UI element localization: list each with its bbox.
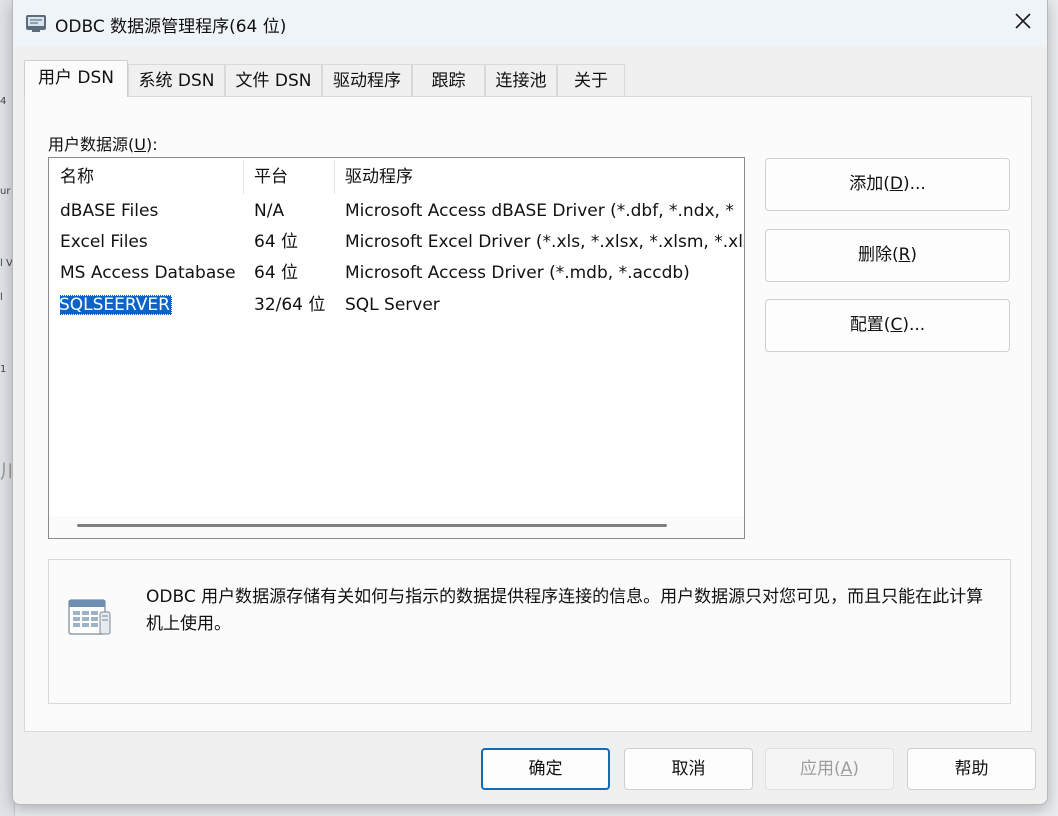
configure-button[interactable]: 配置(C)... (765, 299, 1010, 352)
datasource-platform: 64 位 (254, 232, 299, 252)
user-datasources-label: 用户数据源(U): (48, 135, 158, 154)
datasource-driver: Microsoft Access dBASE Driver (*.dbf, *.… (345, 201, 734, 221)
info-description: ODBC 用户数据源存储有关如何与指示的数据提供程序连接的信息。用户数据源只对您… (146, 587, 984, 634)
selection-highlight: SQLSEERVER (60, 295, 172, 315)
list-item-selected[interactable]: SQLSEERVER 32/64 位 SQL Server (49, 290, 744, 321)
column-header-platform[interactable]: 平台 (243, 158, 334, 196)
help-button[interactable]: 帮助 (907, 748, 1036, 790)
odbc-app-icon (25, 11, 47, 33)
tab-connection-pooling[interactable]: 连接池 (485, 64, 557, 96)
datasource-name: SQLSEERVER (60, 290, 250, 321)
tab-tracing[interactable]: 跟踪 (412, 64, 485, 96)
background-fragment: l V (0, 258, 13, 269)
datasource-driver: SQL Server (345, 295, 440, 315)
apply-button[interactable]: 应用(A) (765, 748, 894, 790)
horizontal-scrollbar[interactable] (49, 516, 744, 538)
datasource-platform: N/A (254, 201, 285, 221)
datasource-info-icon (66, 596, 114, 644)
datasource-platform: 32/64 位 (254, 295, 326, 315)
background-fragment: 1 (0, 364, 7, 375)
tab-drivers[interactable]: 驱动程序 (322, 64, 412, 96)
close-icon (1014, 12, 1032, 34)
list-item[interactable]: Excel Files 64 位 Microsoft Excel Driver … (49, 227, 744, 258)
column-header-name[interactable]: 名称 (49, 158, 243, 196)
tab-panel-user-dsn: 用户数据源(U): 名称 平台 驱动程序 dBASE Files N/A Mic… (24, 96, 1032, 732)
datasource-list[interactable]: 名称 平台 驱动程序 dBASE Files N/A Microsoft Acc… (48, 157, 745, 539)
tab-file-dsn[interactable]: 文件 DSN (225, 64, 322, 96)
info-groupbox: ODBC 用户数据源存储有关如何与指示的数据提供程序连接的信息。用户数据源只对您… (48, 559, 1011, 704)
window-title: ODBC 数据源管理程序(64 位) (55, 17, 287, 37)
title-bar[interactable]: ODBC 数据源管理程序(64 位) (13, 0, 1047, 46)
add-button[interactable]: 添加(D)... (765, 158, 1010, 211)
tab-system-dsn[interactable]: 系统 DSN (128, 64, 225, 96)
datasource-name: MS Access Database (60, 263, 236, 283)
datasource-name: dBASE Files (60, 201, 159, 221)
tab-about[interactable]: 关于 (557, 64, 625, 96)
datasource-platform: 64 位 (254, 263, 299, 283)
list-item[interactable]: MS Access Database 64 位 Microsoft Access… (49, 258, 744, 289)
odbc-dialog: ODBC 数据源管理程序(64 位) 用户 DSN 系统 DSN 文件 DSN … (12, 0, 1048, 805)
list-item[interactable]: dBASE Files N/A Microsoft Access dBASE D… (49, 196, 744, 227)
column-header-driver[interactable]: 驱动程序 (334, 158, 744, 196)
datasource-name: Excel Files (60, 232, 148, 252)
dialog-body: 用户 DSN 系统 DSN 文件 DSN 驱动程序 跟踪 连接池 关于 用户数据… (13, 46, 1047, 804)
background-fragment: 4 (0, 96, 7, 107)
tab-user-dsn[interactable]: 用户 DSN (24, 60, 128, 97)
ok-button[interactable]: 确定 (481, 748, 610, 790)
background-fragment: l (0, 292, 3, 303)
datasource-driver: Microsoft Access Driver (*.mdb, *.accdb) (345, 263, 690, 283)
close-button[interactable] (999, 0, 1047, 46)
background-fragment: ur (0, 186, 11, 197)
list-header: 名称 平台 驱动程序 (49, 158, 744, 196)
datasource-driver: Microsoft Excel Driver (*.xls, *.xlsx, *… (345, 232, 745, 252)
cancel-button[interactable]: 取消 (624, 748, 753, 790)
remove-button[interactable]: 删除(R) (765, 229, 1010, 282)
scrollbar-thumb[interactable] (77, 524, 667, 527)
